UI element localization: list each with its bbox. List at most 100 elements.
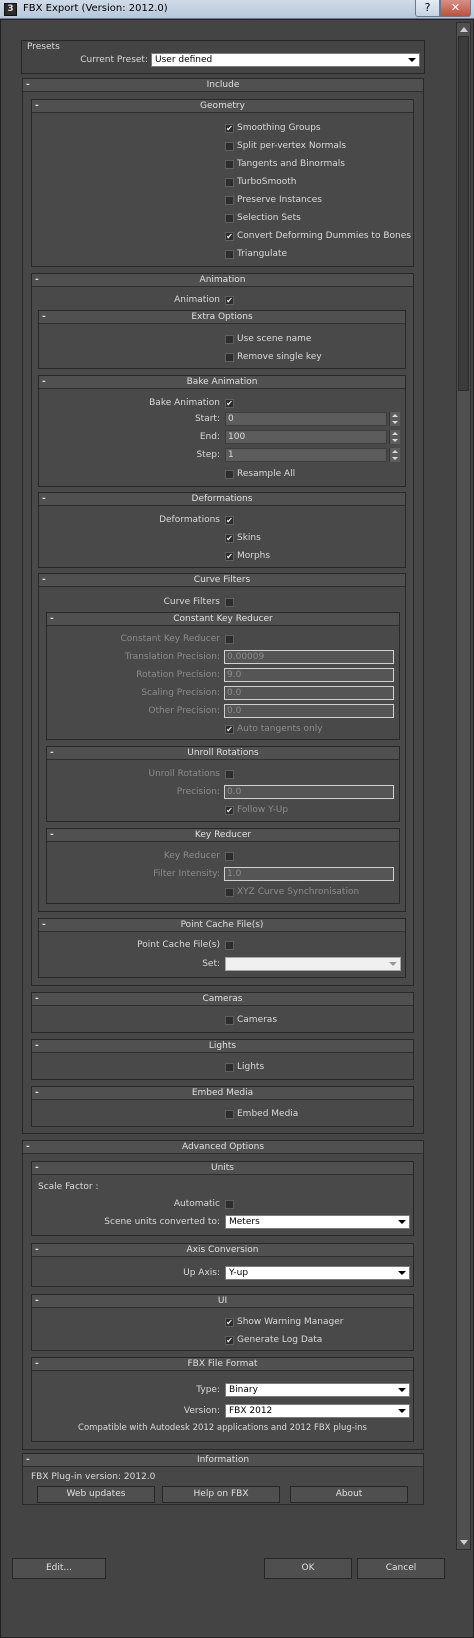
translation-precision-input[interactable]: 0.00009 bbox=[224, 650, 394, 664]
collapse-icon[interactable]: - bbox=[50, 613, 54, 625]
curve-filters-header[interactable]: - Curve Filters bbox=[39, 574, 405, 587]
collapse-icon[interactable]: - bbox=[50, 747, 54, 759]
include-header[interactable]: - Include bbox=[23, 79, 423, 92]
xyz-sync-checkbox[interactable] bbox=[225, 888, 234, 897]
collapse-icon[interactable]: - bbox=[35, 993, 39, 1005]
step-spinner[interactable] bbox=[389, 448, 400, 462]
collapse-icon[interactable]: - bbox=[35, 1244, 39, 1256]
start-input[interactable]: 0 bbox=[225, 412, 387, 426]
up-axis-dropdown[interactable]: Y-up bbox=[225, 1266, 410, 1280]
unroll-rotations-header[interactable]: - Unroll Rotations bbox=[47, 747, 399, 760]
collapse-icon[interactable]: - bbox=[35, 1087, 39, 1099]
morphs-checkbox[interactable]: ✔ bbox=[225, 552, 234, 561]
collapse-icon[interactable]: - bbox=[42, 919, 46, 931]
collapse-icon[interactable]: - bbox=[35, 1295, 39, 1307]
collapse-icon[interactable]: - bbox=[26, 1454, 30, 1466]
show-warning-checkbox[interactable]: ✔ bbox=[225, 1318, 234, 1327]
skins-checkbox[interactable]: ✔ bbox=[225, 534, 234, 543]
deformations-header[interactable]: - Deformations bbox=[39, 493, 405, 506]
geometry-option-checkbox[interactable] bbox=[225, 178, 234, 187]
lights-checkbox[interactable] bbox=[225, 1063, 234, 1072]
lights-header[interactable]: - Lights bbox=[32, 1040, 413, 1053]
use-scene-name-checkbox[interactable] bbox=[225, 335, 234, 344]
end-input[interactable]: 100 bbox=[225, 430, 387, 444]
constant-key-reducer-header[interactable]: - Constant Key Reducer bbox=[47, 613, 399, 626]
close-icon[interactable]: ✕ bbox=[440, 0, 471, 17]
ui-header[interactable]: - UI bbox=[32, 1295, 413, 1308]
scaling-precision-input[interactable]: 0.0 bbox=[224, 686, 394, 700]
version-dropdown[interactable]: FBX 2012 bbox=[225, 1404, 410, 1418]
animation-header[interactable]: - Animation bbox=[32, 274, 413, 287]
collapse-icon[interactable]: - bbox=[42, 376, 46, 388]
other-precision-input[interactable]: 0.0 bbox=[224, 704, 394, 718]
constant-key-reducer-checkbox[interactable] bbox=[225, 635, 234, 644]
scroll-up-icon[interactable] bbox=[460, 27, 468, 32]
geometry-header[interactable]: - Geometry bbox=[32, 100, 413, 113]
automatic-checkbox[interactable] bbox=[225, 1200, 234, 1209]
information-header[interactable]: - Information bbox=[23, 1454, 423, 1467]
help-button[interactable]: ? bbox=[415, 0, 440, 17]
collapse-icon[interactable]: - bbox=[35, 100, 39, 112]
cameras-checkbox[interactable] bbox=[225, 1016, 234, 1025]
generate-log-checkbox[interactable]: ✔ bbox=[225, 1336, 234, 1345]
resample-all-checkbox[interactable] bbox=[225, 470, 234, 479]
web-updates-button[interactable]: Web updates bbox=[37, 1486, 155, 1503]
scroll-down-icon[interactable] bbox=[460, 1540, 468, 1545]
cancel-button[interactable]: Cancel bbox=[357, 1558, 445, 1579]
collapse-icon[interactable]: - bbox=[42, 311, 46, 323]
set-dropdown[interactable] bbox=[225, 957, 401, 971]
geometry-option-checkbox[interactable] bbox=[225, 160, 234, 169]
embed-media-header[interactable]: - Embed Media bbox=[32, 1087, 413, 1100]
extra-options-header[interactable]: - Extra Options bbox=[39, 311, 405, 324]
type-dropdown[interactable]: Binary bbox=[225, 1383, 410, 1397]
geometry-option-checkbox[interactable]: ✔ bbox=[225, 232, 234, 241]
collapse-icon[interactable]: - bbox=[35, 1162, 39, 1174]
geometry-option-checkbox[interactable]: ✔ bbox=[225, 124, 234, 133]
units-header[interactable]: - Units bbox=[32, 1162, 413, 1175]
step-input[interactable]: 1 bbox=[225, 448, 387, 462]
file-format-header[interactable]: - FBX File Format bbox=[32, 1358, 413, 1371]
geometry-option-checkbox[interactable] bbox=[225, 142, 234, 151]
key-reducer-checkbox[interactable] bbox=[225, 852, 234, 861]
key-reducer-header[interactable]: - Key Reducer bbox=[47, 829, 399, 842]
geometry-option-checkbox[interactable] bbox=[225, 214, 234, 223]
point-cache-header[interactable]: - Point Cache File(s) bbox=[39, 919, 405, 932]
point-cache-checkbox[interactable] bbox=[225, 941, 234, 950]
scene-units-dropdown[interactable]: Meters bbox=[225, 1215, 410, 1229]
title-bar[interactable]: 3 FBX Export (Version: 2012.0) ? ✕ bbox=[0, 0, 474, 19]
filter-intensity-input[interactable]: 1.0 bbox=[224, 867, 394, 881]
advanced-options-header[interactable]: - Advanced Options bbox=[23, 1141, 423, 1154]
scrollbar[interactable] bbox=[456, 22, 471, 1550]
geometry-option-checkbox[interactable] bbox=[225, 250, 234, 259]
precision-input[interactable]: 0.0 bbox=[224, 785, 394, 799]
start-spinner[interactable] bbox=[389, 412, 400, 426]
axis-conversion-header[interactable]: - Axis Conversion bbox=[32, 1244, 413, 1257]
cameras-header[interactable]: - Cameras bbox=[32, 993, 413, 1006]
ok-button[interactable]: OK bbox=[264, 1558, 352, 1579]
collapse-icon[interactable]: - bbox=[42, 493, 46, 505]
remove-single-key-checkbox[interactable] bbox=[225, 353, 234, 362]
collapse-icon[interactable]: - bbox=[35, 274, 39, 286]
current-preset-dropdown[interactable]: User defined bbox=[151, 53, 420, 67]
embed-media-checkbox[interactable] bbox=[225, 1110, 234, 1119]
scrollbar-thumb[interactable] bbox=[458, 36, 469, 391]
edit-button[interactable]: Edit... bbox=[12, 1558, 106, 1579]
bake-animation-header[interactable]: - Bake Animation bbox=[39, 376, 405, 389]
collapse-icon[interactable]: - bbox=[26, 79, 30, 91]
geometry-option-checkbox[interactable] bbox=[225, 196, 234, 205]
follow-y-up-checkbox[interactable]: ✔ bbox=[225, 806, 234, 815]
collapse-icon[interactable]: - bbox=[35, 1358, 39, 1370]
bake-animation-checkbox[interactable]: ✔ bbox=[225, 399, 234, 408]
collapse-icon[interactable]: - bbox=[50, 829, 54, 841]
curve-filters-checkbox[interactable] bbox=[225, 598, 234, 607]
deformations-checkbox[interactable]: ✔ bbox=[225, 516, 234, 525]
auto-tangents-checkbox[interactable]: ✔ bbox=[225, 725, 234, 734]
unroll-rotations-checkbox[interactable] bbox=[225, 770, 234, 779]
collapse-icon[interactable]: - bbox=[26, 1141, 30, 1153]
collapse-icon[interactable]: - bbox=[35, 1040, 39, 1052]
animation-checkbox[interactable]: ✔ bbox=[225, 296, 234, 305]
about-button[interactable]: About bbox=[290, 1486, 408, 1503]
help-on-fbx-button[interactable]: Help on FBX bbox=[162, 1486, 280, 1503]
collapse-icon[interactable]: - bbox=[42, 574, 46, 586]
end-spinner[interactable] bbox=[389, 430, 400, 444]
